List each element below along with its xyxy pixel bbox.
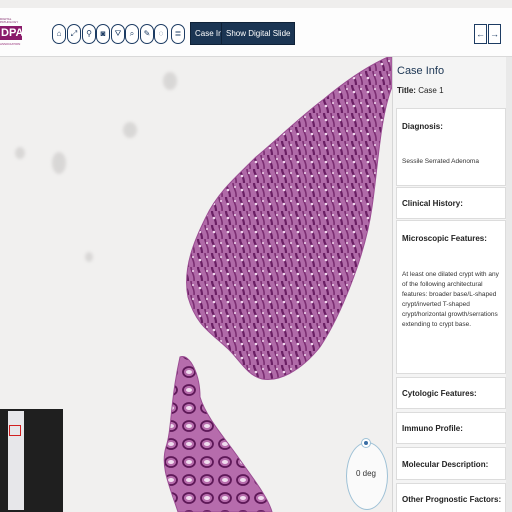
- logo-main-text: DPA: [0, 26, 24, 40]
- diagnosis-text: Sessile Serrated Adenoma: [402, 158, 479, 165]
- camera-glyph: ◙: [100, 29, 106, 38]
- draw-glyph: ⌕: [129, 29, 135, 38]
- expand-glyph: ⤢: [70, 29, 78, 38]
- home-glyph: ⌂: [56, 29, 62, 38]
- panel-scrollbar[interactable]: [506, 57, 512, 512]
- pen-glyph: ✎: [143, 29, 151, 38]
- clinical-history-section[interactable]: Clinical History:: [396, 187, 506, 219]
- zoom-icon[interactable]: ⚲: [82, 24, 96, 44]
- diagnosis-section: Diagnosis: Sessile Serrated Adenoma: [396, 108, 506, 186]
- cytologic-features-section[interactable]: Cytologic Features:: [396, 377, 506, 409]
- case-info-panel: Case Info Title: Case 1 Diagnosis: Sessi…: [392, 57, 512, 512]
- microscopic-features-text: At least one dilated crypt with any of t…: [402, 271, 499, 328]
- molecular-description-heading: Molecular Description:: [402, 460, 489, 469]
- clinical-history-heading: Clinical History:: [402, 199, 463, 208]
- immuno-profile-heading: Immuno Profile:: [402, 424, 463, 433]
- slide-minimap[interactable]: [0, 409, 63, 512]
- rotation-handle[interactable]: [361, 438, 371, 448]
- minimap-viewport-rect[interactable]: [9, 425, 21, 436]
- rotate-icon[interactable]: ◌: [154, 24, 168, 44]
- rotation-control[interactable]: 0 deg: [346, 438, 388, 510]
- other-prognostic-factors-heading: Other Prognostic Factors:: [402, 495, 502, 504]
- dpa-logo: DIGITAL PATHOLOGY DPA ASSOCIATION: [0, 18, 24, 54]
- camera-icon[interactable]: ◙: [96, 24, 110, 44]
- panel-title: Case Info: [397, 65, 445, 77]
- filter-icon[interactable]: ⛛: [111, 24, 125, 44]
- case-title-value: Case 1: [418, 86, 444, 95]
- pen-icon[interactable]: ✎: [140, 24, 154, 44]
- show-digital-slide-button[interactable]: Show Digital Slide: [221, 22, 296, 45]
- top-toolbar: DIGITAL PATHOLOGY DPA ASSOCIATION ⌂ ⤢ ⚲ …: [0, 8, 512, 57]
- logo-bottom-text: ASSOCIATION: [0, 42, 21, 46]
- microscopic-features-heading: Microscopic Features:: [402, 234, 487, 243]
- microscopic-features-section: Microscopic Features: At least one dilat…: [396, 220, 506, 374]
- cytologic-features-heading: Cytologic Features:: [402, 389, 477, 398]
- other-prognostic-factors-section[interactable]: Other Prognostic Factors:: [396, 483, 506, 512]
- prev-arrow-button[interactable]: ←: [474, 24, 487, 44]
- rotation-readout: 0 deg: [355, 469, 377, 478]
- home-icon[interactable]: ⌂: [52, 24, 66, 44]
- next-arrow-button[interactable]: →: [488, 24, 501, 44]
- immuno-profile-section[interactable]: Immuno Profile:: [396, 412, 506, 444]
- rotate-glyph: ◌: [158, 29, 164, 38]
- molecular-description-section[interactable]: Molecular Description:: [396, 447, 506, 480]
- filter-glyph: ⛛: [114, 29, 122, 38]
- draw-icon[interactable]: ⌕: [125, 24, 139, 44]
- zoom-glyph: ⚲: [86, 29, 92, 38]
- case-title-prefix: Title:: [397, 86, 416, 95]
- list-glyph: ≣: [174, 29, 182, 38]
- diagnosis-heading: Diagnosis:: [402, 122, 443, 131]
- case-title: Title: Case 1: [397, 86, 444, 95]
- list-icon[interactable]: ≣: [171, 24, 185, 44]
- logo-top-text: DIGITAL PATHOLOGY: [0, 17, 19, 24]
- expand-icon[interactable]: ⤢: [67, 24, 81, 44]
